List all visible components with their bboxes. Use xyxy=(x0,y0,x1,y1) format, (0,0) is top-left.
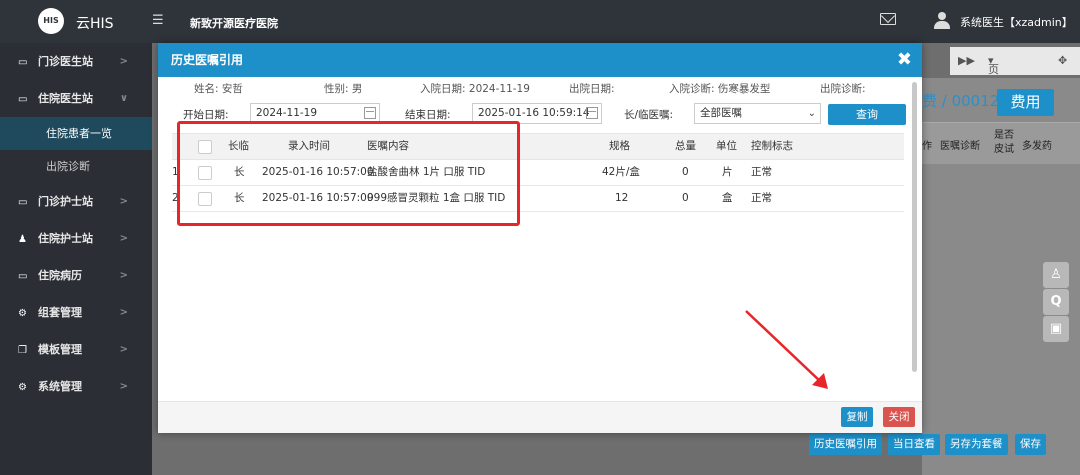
forward-icon[interactable]: ▶▶ xyxy=(958,54,975,67)
gears-icon: ⚙ xyxy=(18,382,27,393)
nurse-icon: ♟ xyxy=(18,234,27,245)
query-button[interactable]: 查询 xyxy=(828,104,906,125)
order-type-select[interactable]: 全部医嘱 ⌄ xyxy=(694,103,821,124)
top-bar: HIS 云HIS ☰ 新致开源医疗医院 系统医生【xzadmin】 xyxy=(0,0,1080,43)
start-date-label: 开始日期: xyxy=(183,109,229,121)
scrollbar[interactable] xyxy=(912,82,917,372)
list-icon[interactable]: ☰ xyxy=(152,13,164,28)
dialog-title: 历史医嘱引用 xyxy=(171,53,244,67)
sidebar-item-inpatient-records[interactable]: ▭ 住院病历 > xyxy=(0,257,152,294)
sidebar-item-inpatient-doctor[interactable]: ▭ 住院医生站 ∨ xyxy=(0,80,152,117)
hospital-name: 新致开源医疗医院 xyxy=(190,17,278,30)
sidebar-item-discharge-diagnosis[interactable]: 出院诊断 xyxy=(0,150,152,183)
close-icon[interactable]: ✖ xyxy=(897,43,912,77)
monitor-icon: ▭ xyxy=(18,57,28,68)
fullscreen-icon[interactable]: ✥ xyxy=(1058,54,1067,67)
copy-icon: ❐ xyxy=(18,345,27,356)
clipboard-tool-icon[interactable]: ▣ xyxy=(1043,316,1069,342)
tab-actions-menu[interactable]: 页签操作 ▾ xyxy=(988,54,999,124)
monitor-icon: ▭ xyxy=(18,94,28,105)
dialog-footer: 复制 关闭 xyxy=(158,401,922,433)
calendar-icon[interactable] xyxy=(586,107,598,119)
mail-icon[interactable] xyxy=(880,13,896,25)
logo: HIS xyxy=(38,8,64,34)
query-tool-icon[interactable]: Q xyxy=(1043,289,1069,315)
annotation-arrow xyxy=(745,310,828,389)
discharge-diagnosis: 出院诊断: xyxy=(820,83,866,95)
sidebar-item-inpatient-nurse[interactable]: ♟ 住院护士站 > xyxy=(0,220,152,257)
app-name: 云HIS xyxy=(76,16,114,32)
fee-button[interactable]: 费用 xyxy=(997,89,1054,116)
calendar-icon[interactable] xyxy=(364,107,376,119)
user-icon[interactable] xyxy=(934,12,950,30)
save-button[interactable]: 保存 xyxy=(1015,434,1046,455)
order-type-label: 长/临医嘱: xyxy=(624,109,674,121)
patient-name: 姓名: 安哲 xyxy=(194,83,243,95)
sidebar-item-outpatient-doctor[interactable]: ▭ 门诊医生站 > xyxy=(0,43,152,80)
admit-diagnosis: 入院诊断: 伤寒暴发型 xyxy=(669,83,771,95)
chevron-down-icon: ⌄ xyxy=(807,108,816,119)
user-tool-icon[interactable]: ♙ xyxy=(1043,262,1069,288)
today-view-button[interactable]: 当日查看 xyxy=(888,434,940,455)
sidebar-item-outpatient-nurse[interactable]: ▭ 门诊护士站 > xyxy=(0,183,152,220)
close-button[interactable]: 关闭 xyxy=(883,407,915,427)
history-order-button[interactable]: 历史医嘱引用 xyxy=(809,434,882,455)
monitor-icon: ▭ xyxy=(18,271,28,282)
monitor-icon: ▭ xyxy=(18,197,28,208)
gears-icon: ⚙ xyxy=(18,308,27,319)
user-name[interactable]: 系统医生【xzadmin】 xyxy=(960,14,1073,30)
dialog-header: 历史医嘱引用 ✖ xyxy=(158,43,922,77)
sidebar-item-inpatient-list[interactable]: 住院患者一览 xyxy=(0,117,152,150)
sidebar-item-template-management[interactable]: ❐ 模板管理 > xyxy=(0,331,152,368)
background-table-header: 作 医嘱诊断 是否皮试 多发药 xyxy=(922,122,1080,164)
highlight-box xyxy=(177,121,520,226)
sidebar-item-set-management[interactable]: ⚙ 组套管理 > xyxy=(0,294,152,331)
tab-bar-actions: ▶▶ 页签操作 ▾ ✥ xyxy=(950,47,1080,124)
sidebar-item-system-management[interactable]: ⚙ 系统管理 > xyxy=(0,368,152,405)
save-as-set-button[interactable]: 另存为套餐 xyxy=(945,434,1008,455)
end-date-label: 结束日期: xyxy=(405,109,451,121)
copy-button[interactable]: 复制 xyxy=(841,407,873,427)
discharge-date: 出院日期: xyxy=(569,83,615,95)
patient-gender: 性别: 男 xyxy=(324,83,363,95)
admit-date: 入院日期: 2024-11-19 xyxy=(420,83,530,95)
sidebar: ▭ 门诊医生站 > ▭ 住院医生站 ∨ 住院患者一览 出院诊断 ▭ 门诊护士站 > ♟ 住院护… xyxy=(0,43,152,475)
